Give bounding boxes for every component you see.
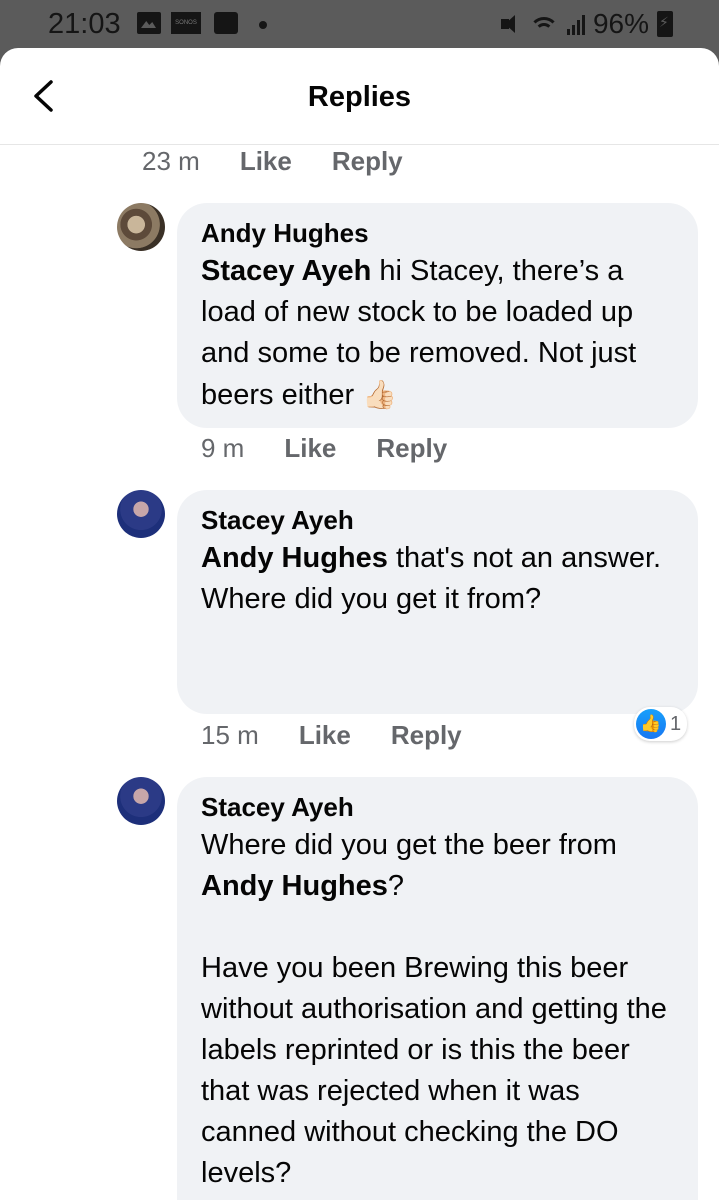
- like-button[interactable]: Like: [240, 146, 292, 177]
- status-bar: 21:03 SONOS 96%: [0, 0, 719, 50]
- comment-meta: 15 m Like Reply: [201, 720, 502, 751]
- comment-paragraph: Have you been Brewing this beer without …: [201, 952, 667, 1189]
- comment-author[interactable]: Stacey Ayeh: [201, 789, 674, 825]
- thumbs-up-emoji: 👍🏻: [362, 379, 398, 410]
- battery-charging-icon: [657, 11, 673, 37]
- comment-bubble: Stacey Ayeh Andy Hughes that's not an an…: [177, 490, 698, 714]
- mute-icon: [499, 13, 521, 35]
- comment-body: Where did you get the beer from: [201, 829, 617, 861]
- like-button[interactable]: Like: [299, 720, 351, 751]
- avatar[interactable]: [117, 777, 165, 825]
- comment-author[interactable]: Stacey Ayeh: [201, 502, 674, 538]
- comment-bubble: Stacey Ayeh Where did you get the beer f…: [177, 777, 698, 1200]
- gallery-icon: [137, 12, 161, 34]
- comment-text: Stacey Ayeh hi Stacey, there’s a load of…: [201, 251, 674, 416]
- replies-header: Replies: [0, 48, 719, 145]
- comment-age: 15 m: [201, 720, 259, 750]
- more-notifications-dot-icon: [259, 21, 267, 29]
- comment-meta: 23 m Like Reply: [142, 146, 443, 177]
- comment-text: Where did you get the beer from Andy Hug…: [201, 825, 674, 907]
- signal-icon: [566, 13, 585, 35]
- reply-button[interactable]: Reply: [376, 433, 447, 464]
- comment-bubble: Andy Hughes Stacey Ayeh hi Stacey, there…: [177, 203, 698, 428]
- wifi-icon: [528, 13, 559, 35]
- comment-author[interactable]: Andy Hughes: [201, 215, 674, 251]
- avatar[interactable]: [117, 203, 165, 251]
- reaction-badge[interactable]: 👍 1: [634, 707, 688, 741]
- comment-meta: 9 m Like Reply: [201, 433, 487, 464]
- page-title: Replies: [307, 81, 412, 113]
- comment-age: 9 m: [201, 433, 245, 463]
- like-button[interactable]: Like: [284, 433, 336, 464]
- reply-button[interactable]: Reply: [332, 146, 403, 177]
- like-reaction-icon: 👍: [636, 709, 666, 739]
- status-time: 21:03: [48, 8, 121, 40]
- comment-body-end: ?: [387, 870, 405, 902]
- app-notification-icon: [214, 12, 238, 34]
- replies-sheet: Replies 23 m Like Reply Andy Hughes Stac…: [0, 48, 719, 1200]
- reaction-count: 1: [670, 712, 682, 735]
- status-right-group: 96%: [499, 8, 673, 40]
- avatar[interactable]: [117, 490, 165, 538]
- comment-text: Andy Hughes that's not an answer. Where …: [201, 538, 674, 620]
- reply-button[interactable]: Reply: [391, 720, 462, 751]
- mention-link[interactable]: Andy Hughes: [201, 542, 388, 574]
- mention-link[interactable]: Stacey Ayeh: [201, 255, 371, 287]
- battery-percent: 96%: [592, 8, 649, 39]
- sonos-icon: SONOS: [171, 12, 201, 34]
- mention-link[interactable]: Andy Hughes: [201, 870, 388, 902]
- comment-age: 23 m: [142, 146, 200, 176]
